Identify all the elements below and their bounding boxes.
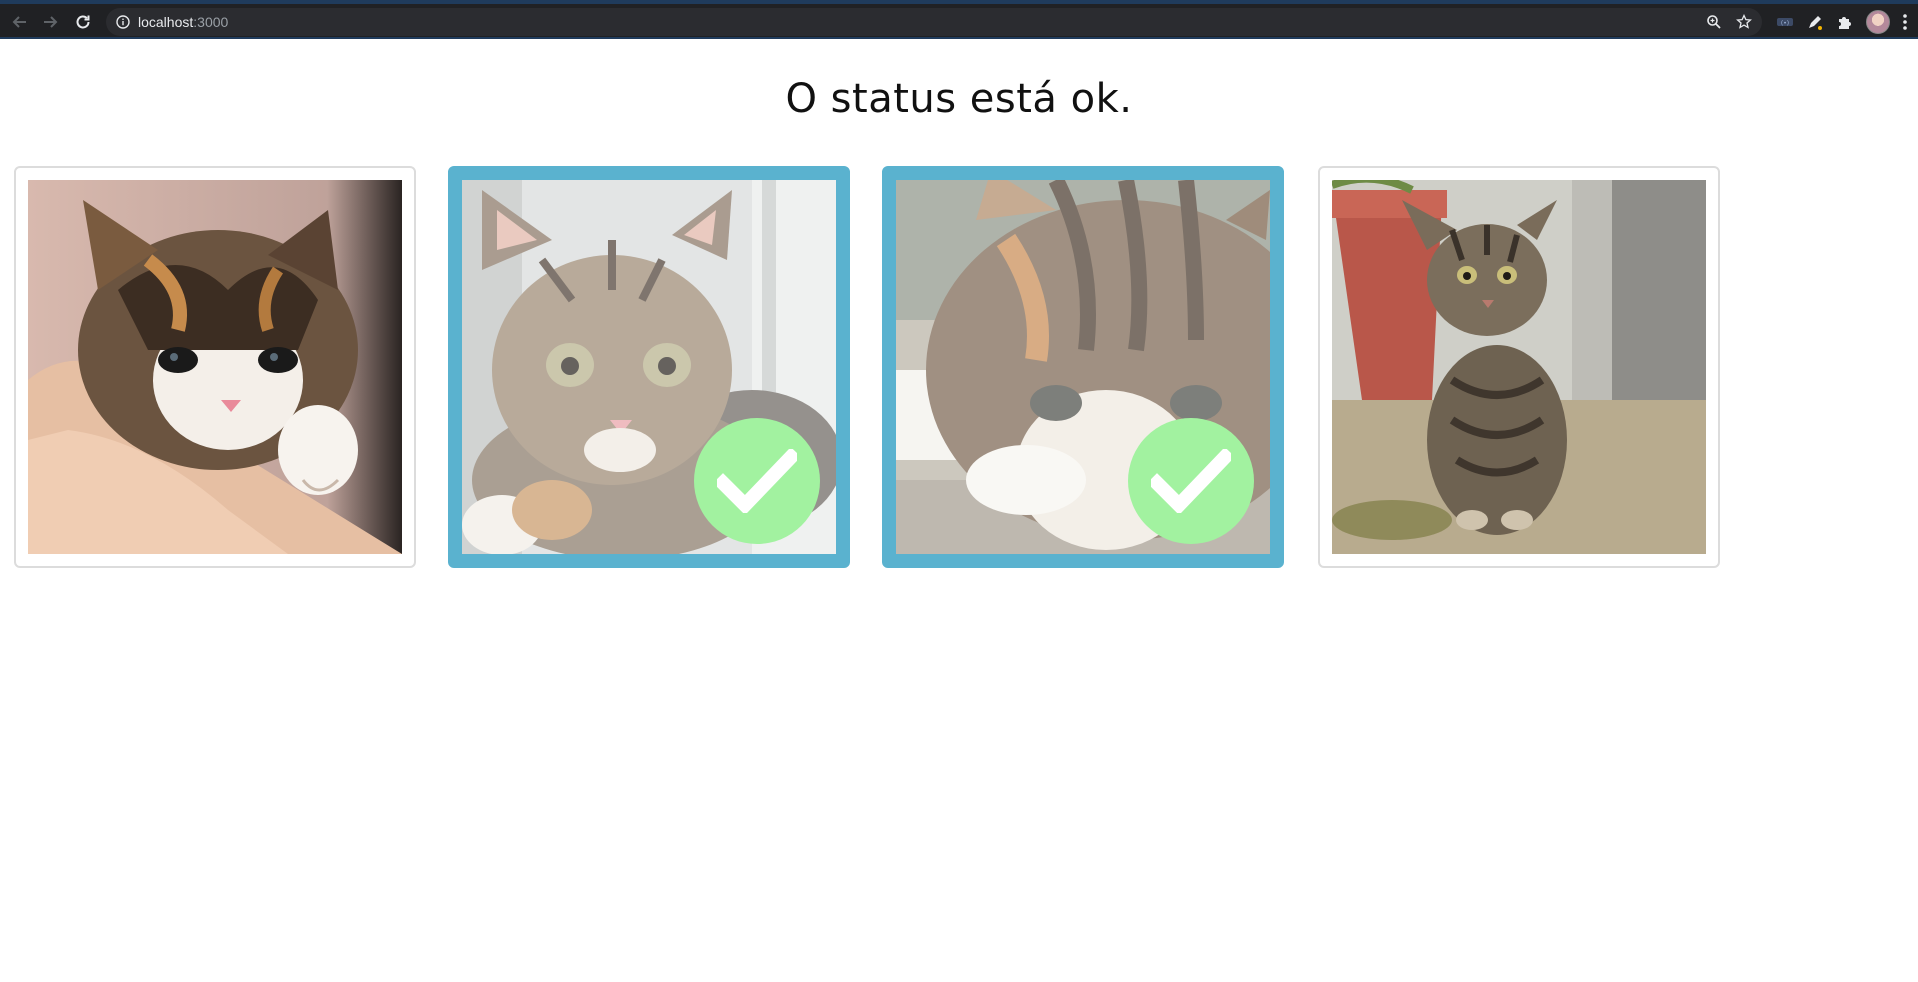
svg-text:(•): (•)	[1781, 20, 1789, 27]
puzzle-icon[interactable]	[1836, 13, 1854, 31]
extension-icon[interactable]: (•)	[1776, 16, 1794, 28]
kitten-photo-4	[1332, 180, 1706, 554]
zoom-icon[interactable]	[1706, 14, 1722, 30]
url-port: :3000	[193, 14, 229, 30]
toolbar-divider	[0, 37, 1918, 39]
url-host: localhost	[138, 14, 194, 30]
back-arrow-icon[interactable]	[8, 10, 32, 34]
extensions-area: (•)	[1776, 4, 1918, 39]
kitten-card-1[interactable]	[14, 166, 416, 568]
kitten-photo-2	[462, 180, 836, 554]
kitten-photo-1	[28, 180, 402, 554]
browser-toolbar: localhost:3000 (•)	[0, 0, 1918, 39]
address-bar[interactable]: localhost:3000	[106, 8, 1762, 36]
checkmark-icon	[1128, 418, 1254, 544]
url-text: localhost:3000	[138, 14, 228, 30]
kebab-menu-icon[interactable]	[1902, 13, 1908, 31]
star-icon[interactable]	[1736, 14, 1752, 30]
kitten-card-3[interactable]	[882, 166, 1284, 568]
kitten-card-2[interactable]	[448, 166, 850, 568]
avatar[interactable]	[1866, 9, 1890, 34]
forward-arrow-icon[interactable]	[38, 10, 62, 34]
pen-icon[interactable]	[1806, 13, 1824, 31]
checkmark-icon	[694, 418, 820, 544]
info-icon[interactable]	[116, 15, 130, 29]
kitten-card-4[interactable]	[1318, 166, 1720, 568]
kitten-photo-3	[896, 180, 1270, 554]
reload-icon[interactable]	[71, 10, 95, 34]
page-title: O status está ok.	[785, 76, 1133, 122]
